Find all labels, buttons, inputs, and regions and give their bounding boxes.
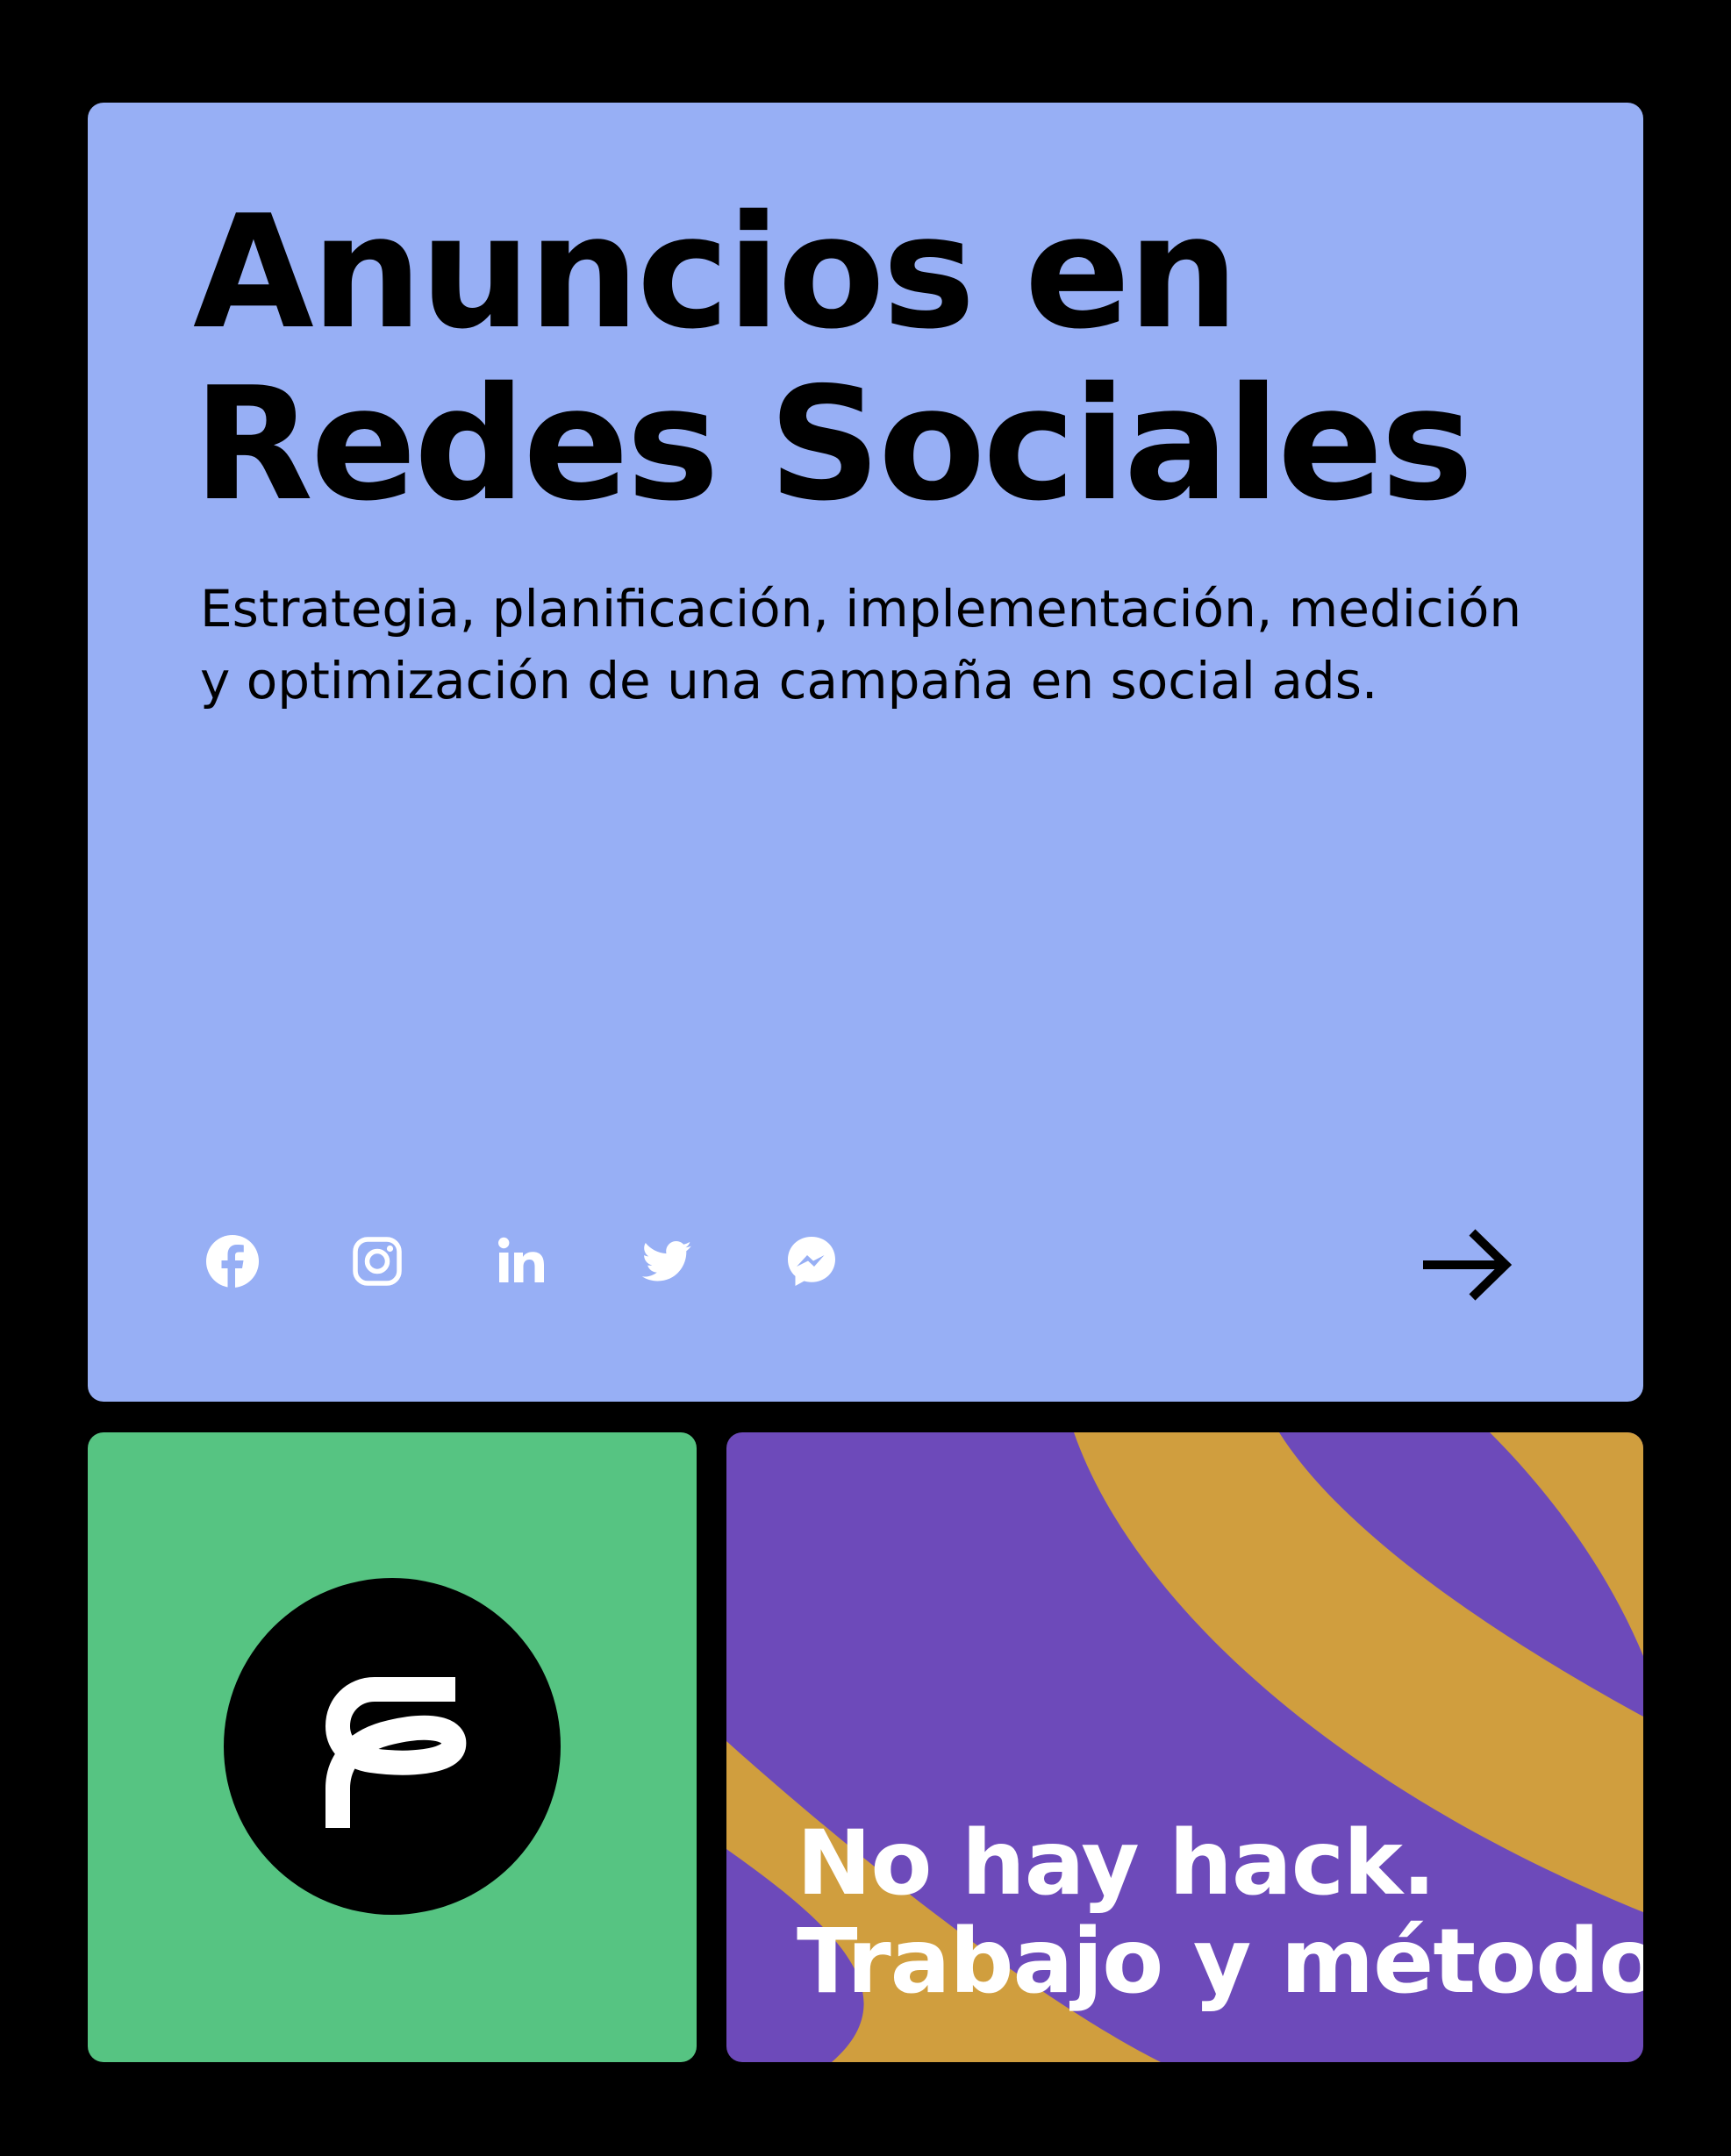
page-title: Anuncios en Redes Sociales (193, 182, 1474, 535)
title-line-2: Redes Sociales (193, 353, 1474, 535)
linkedin-icon[interactable] (491, 1231, 553, 1292)
messenger-icon[interactable] (781, 1231, 842, 1292)
brand-logo-icon (224, 1578, 561, 1915)
hero-subtitle: Estrategia, planificación, implementació… (200, 573, 1569, 717)
arrow-right-icon[interactable] (1421, 1225, 1518, 1304)
subtitle-line-1: Estrategia, planificación, implementació… (200, 579, 1522, 639)
tagline-line-1: No hay hack. (797, 1811, 1436, 1916)
title-line-1: Anuncios en (193, 182, 1239, 363)
facebook-icon[interactable] (202, 1231, 263, 1292)
hero-card: Anuncios en Redes Sociales Estrategia, p… (88, 103, 1643, 1402)
instagram-icon[interactable] (347, 1231, 408, 1292)
tagline-line-2: Trabajo y método (797, 1910, 1643, 2014)
subtitle-line-2: y optimización de una campaña en social … (200, 651, 1378, 710)
social-icons-row (202, 1231, 926, 1292)
tagline-card: No hay hack. Trabajo y método (726, 1432, 1643, 2062)
tagline: No hay hack. Trabajo y método (797, 1815, 1643, 2011)
logo-card (88, 1432, 697, 2062)
twitter-icon[interactable] (636, 1231, 697, 1292)
